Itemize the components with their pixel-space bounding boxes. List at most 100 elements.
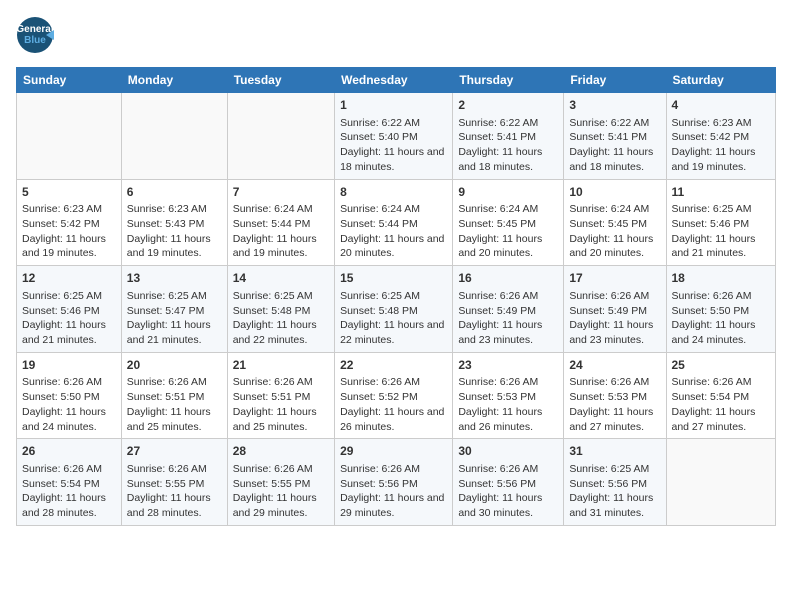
- day-of-week-header: Saturday: [666, 68, 776, 93]
- cell-content-line: Sunrise: 6:26 AM: [569, 375, 660, 390]
- cell-content-line: Sunrise: 6:26 AM: [340, 462, 447, 477]
- day-number: 13: [127, 270, 222, 287]
- calendar-cell: 2Sunrise: 6:22 AMSunset: 5:41 PMDaylight…: [453, 93, 564, 180]
- day-number: 5: [22, 184, 116, 201]
- cell-content-line: Daylight: 11 hours and 21 minutes.: [127, 318, 222, 347]
- cell-content-line: Sunset: 5:41 PM: [569, 130, 660, 145]
- day-number: 30: [458, 443, 558, 460]
- calendar-cell: 31Sunrise: 6:25 AMSunset: 5:56 PMDayligh…: [564, 439, 666, 526]
- cell-content-line: Sunrise: 6:25 AM: [672, 202, 771, 217]
- cell-content-line: Sunrise: 6:26 AM: [127, 462, 222, 477]
- svg-text:Blue: Blue: [24, 35, 46, 46]
- cell-content-line: Sunset: 5:50 PM: [22, 390, 116, 405]
- day-number: 1: [340, 97, 447, 114]
- cell-content-line: Daylight: 11 hours and 20 minutes.: [458, 232, 558, 261]
- calendar-cell: 16Sunrise: 6:26 AMSunset: 5:49 PMDayligh…: [453, 266, 564, 353]
- day-number: 11: [672, 184, 771, 201]
- day-number: 10: [569, 184, 660, 201]
- calendar-header-row: SundayMondayTuesdayWednesdayThursdayFrid…: [17, 68, 776, 93]
- cell-content-line: Sunset: 5:48 PM: [340, 304, 447, 319]
- cell-content-line: Daylight: 11 hours and 19 minutes.: [672, 145, 771, 174]
- cell-content-line: Sunrise: 6:25 AM: [233, 289, 329, 304]
- cell-content-line: Daylight: 11 hours and 20 minutes.: [340, 232, 447, 261]
- day-number: 3: [569, 97, 660, 114]
- cell-content-line: Sunrise: 6:22 AM: [569, 116, 660, 131]
- cell-content-line: Daylight: 11 hours and 26 minutes.: [340, 405, 447, 434]
- cell-content-line: Sunset: 5:45 PM: [569, 217, 660, 232]
- cell-content-line: Sunset: 5:53 PM: [458, 390, 558, 405]
- day-number: 23: [458, 357, 558, 374]
- cell-content-line: Sunset: 5:47 PM: [127, 304, 222, 319]
- cell-content-line: Sunrise: 6:26 AM: [340, 375, 447, 390]
- cell-content-line: Sunrise: 6:26 AM: [458, 375, 558, 390]
- cell-content-line: Daylight: 11 hours and 19 minutes.: [127, 232, 222, 261]
- cell-content-line: Sunset: 5:44 PM: [340, 217, 447, 232]
- cell-content-line: Daylight: 11 hours and 31 minutes.: [569, 491, 660, 520]
- cell-content-line: Daylight: 11 hours and 22 minutes.: [233, 318, 329, 347]
- calendar-week-row: 1Sunrise: 6:22 AMSunset: 5:40 PMDaylight…: [17, 93, 776, 180]
- cell-content-line: Sunset: 5:46 PM: [672, 217, 771, 232]
- cell-content-line: Sunset: 5:56 PM: [340, 477, 447, 492]
- cell-content-line: Sunrise: 6:26 AM: [672, 289, 771, 304]
- calendar-cell: 13Sunrise: 6:25 AMSunset: 5:47 PMDayligh…: [121, 266, 227, 353]
- cell-content-line: Daylight: 11 hours and 18 minutes.: [458, 145, 558, 174]
- calendar-cell: 17Sunrise: 6:26 AMSunset: 5:49 PMDayligh…: [564, 266, 666, 353]
- day-number: 31: [569, 443, 660, 460]
- day-number: 15: [340, 270, 447, 287]
- day-number: 7: [233, 184, 329, 201]
- day-number: 27: [127, 443, 222, 460]
- cell-content-line: Daylight: 11 hours and 26 minutes.: [458, 405, 558, 434]
- cell-content-line: Daylight: 11 hours and 21 minutes.: [22, 318, 116, 347]
- cell-content-line: Daylight: 11 hours and 19 minutes.: [233, 232, 329, 261]
- day-number: 29: [340, 443, 447, 460]
- cell-content-line: Sunrise: 6:24 AM: [458, 202, 558, 217]
- calendar-cell: 26Sunrise: 6:26 AMSunset: 5:54 PMDayligh…: [17, 439, 122, 526]
- cell-content-line: Sunrise: 6:26 AM: [127, 375, 222, 390]
- cell-content-line: Sunrise: 6:26 AM: [672, 375, 771, 390]
- cell-content-line: Daylight: 11 hours and 27 minutes.: [672, 405, 771, 434]
- cell-content-line: Daylight: 11 hours and 28 minutes.: [22, 491, 116, 520]
- cell-content-line: Daylight: 11 hours and 18 minutes.: [340, 145, 447, 174]
- day-number: 9: [458, 184, 558, 201]
- day-of-week-header: Sunday: [17, 68, 122, 93]
- calendar-cell: [227, 93, 334, 180]
- day-number: 22: [340, 357, 447, 374]
- cell-content-line: Sunrise: 6:24 AM: [233, 202, 329, 217]
- calendar-week-row: 5Sunrise: 6:23 AMSunset: 5:42 PMDaylight…: [17, 179, 776, 266]
- cell-content-line: Sunrise: 6:26 AM: [22, 375, 116, 390]
- day-of-week-header: Friday: [564, 68, 666, 93]
- cell-content-line: Sunset: 5:50 PM: [672, 304, 771, 319]
- cell-content-line: Sunrise: 6:25 AM: [22, 289, 116, 304]
- cell-content-line: Daylight: 11 hours and 18 minutes.: [569, 145, 660, 174]
- day-number: 16: [458, 270, 558, 287]
- calendar-cell: 5Sunrise: 6:23 AMSunset: 5:42 PMDaylight…: [17, 179, 122, 266]
- cell-content-line: Daylight: 11 hours and 27 minutes.: [569, 405, 660, 434]
- cell-content-line: Sunset: 5:42 PM: [672, 130, 771, 145]
- day-number: 2: [458, 97, 558, 114]
- calendar-cell: 12Sunrise: 6:25 AMSunset: 5:46 PMDayligh…: [17, 266, 122, 353]
- cell-content-line: Sunset: 5:49 PM: [458, 304, 558, 319]
- calendar-cell: 19Sunrise: 6:26 AMSunset: 5:50 PMDayligh…: [17, 352, 122, 439]
- calendar-week-row: 12Sunrise: 6:25 AMSunset: 5:46 PMDayligh…: [17, 266, 776, 353]
- calendar-cell: 25Sunrise: 6:26 AMSunset: 5:54 PMDayligh…: [666, 352, 776, 439]
- day-of-week-header: Wednesday: [335, 68, 453, 93]
- cell-content-line: Sunset: 5:44 PM: [233, 217, 329, 232]
- cell-content-line: Sunset: 5:48 PM: [233, 304, 329, 319]
- calendar-cell: 1Sunrise: 6:22 AMSunset: 5:40 PMDaylight…: [335, 93, 453, 180]
- cell-content-line: Sunset: 5:52 PM: [340, 390, 447, 405]
- cell-content-line: Daylight: 11 hours and 29 minutes.: [233, 491, 329, 520]
- cell-content-line: Sunset: 5:42 PM: [22, 217, 116, 232]
- calendar-cell: 23Sunrise: 6:26 AMSunset: 5:53 PMDayligh…: [453, 352, 564, 439]
- calendar-cell: 11Sunrise: 6:25 AMSunset: 5:46 PMDayligh…: [666, 179, 776, 266]
- cell-content-line: Sunset: 5:55 PM: [127, 477, 222, 492]
- cell-content-line: Sunset: 5:46 PM: [22, 304, 116, 319]
- cell-content-line: Daylight: 11 hours and 24 minutes.: [22, 405, 116, 434]
- cell-content-line: Sunset: 5:40 PM: [340, 130, 447, 145]
- cell-content-line: Sunset: 5:56 PM: [458, 477, 558, 492]
- svg-text:General: General: [16, 24, 53, 35]
- calendar-week-row: 19Sunrise: 6:26 AMSunset: 5:50 PMDayligh…: [17, 352, 776, 439]
- day-number: 8: [340, 184, 447, 201]
- cell-content-line: Daylight: 11 hours and 25 minutes.: [127, 405, 222, 434]
- calendar-cell: 22Sunrise: 6:26 AMSunset: 5:52 PMDayligh…: [335, 352, 453, 439]
- day-number: 4: [672, 97, 771, 114]
